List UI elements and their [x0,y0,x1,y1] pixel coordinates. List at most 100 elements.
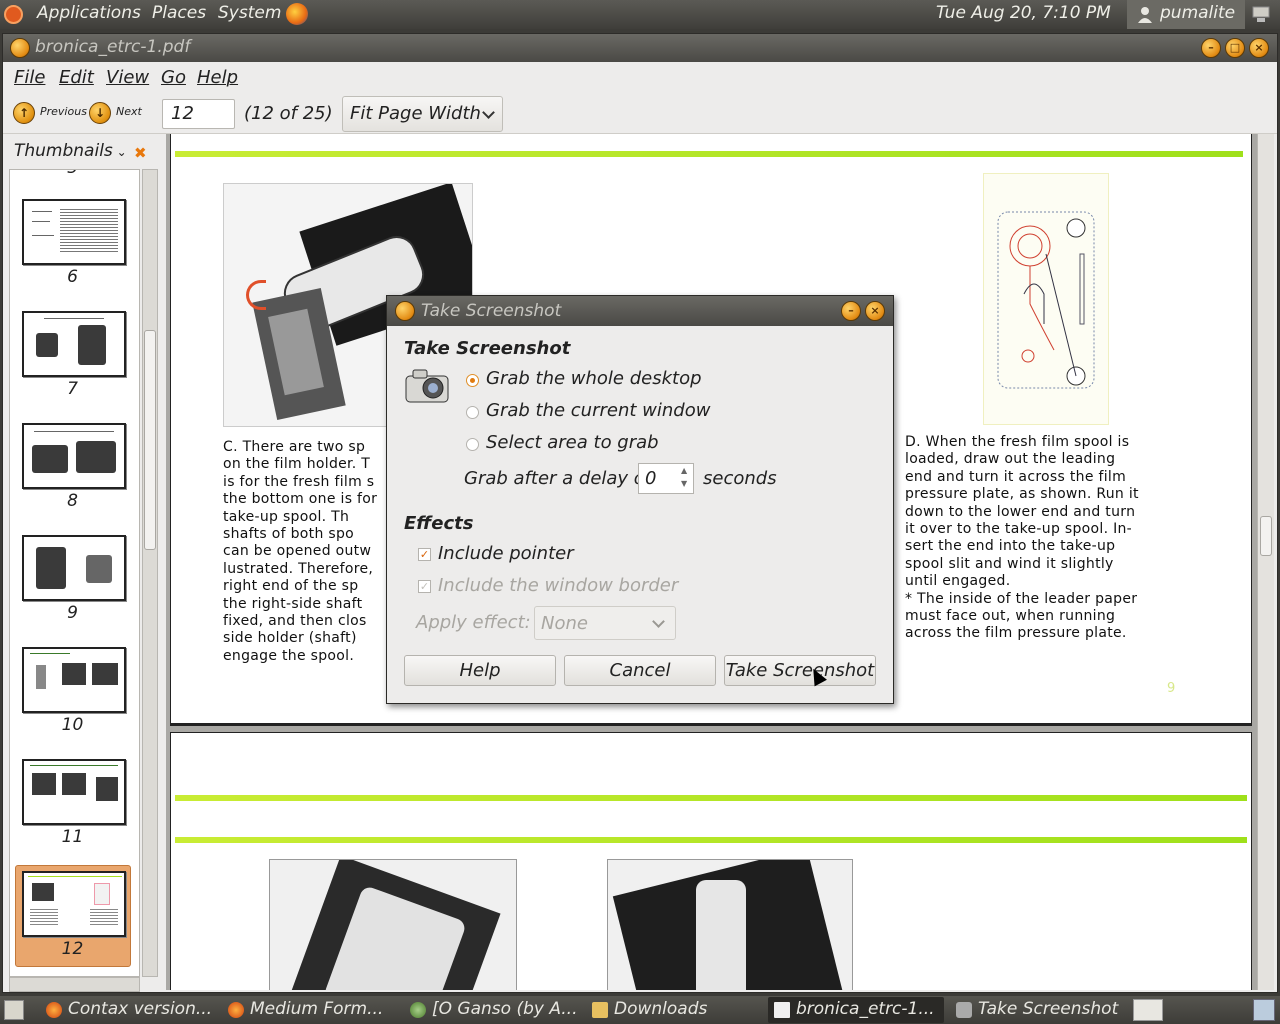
folder-icon [592,1002,608,1018]
thumbnail-page-7[interactable] [22,311,126,377]
section-heading: Take Screenshot [404,338,571,359]
sidebar-vertical-scrollbar[interactable] [142,169,158,977]
spin-up-icon[interactable]: ▲ [681,466,687,475]
chevron-down-icon [482,106,495,119]
take-screenshot-button[interactable]: Take Screenshot [724,655,876,686]
thumbnail-label: 5 [10,170,135,178]
zoom-value: Fit Page Width [350,103,481,124]
thumbnail-page-6[interactable] [22,199,126,265]
applications-menu[interactable]: Applications [37,3,141,23]
maximize-icon[interactable]: □ [1225,38,1245,58]
menu-edit[interactable]: Edit [59,67,94,88]
cancel-button[interactable]: Cancel [564,655,716,686]
close-icon[interactable]: × [1249,38,1269,58]
menu-go[interactable]: Go [161,67,186,88]
system-menu[interactable]: System [218,3,281,23]
thumbnail-label: 11 [61,827,84,847]
chevron-down-icon: ⌄ [112,145,127,159]
radio-whole-desktop[interactable] [466,374,479,387]
thumbnail-list[interactable]: 5 6 7 8 9 [9,169,140,977]
photo-film-wind [607,859,853,990]
close-icon[interactable]: × [865,301,885,321]
task-o-ganso[interactable]: [O Ganso (by A... [404,997,580,1023]
task-label: Downloads [614,999,708,1019]
next-button[interactable]: Next [116,105,142,118]
radio-current-window[interactable] [466,406,479,419]
task-label: Take Screenshot [978,999,1119,1019]
sidebar-horizontal-scrollbar[interactable] [9,977,140,992]
checkbox-include-pointer[interactable]: ✓ [418,548,431,561]
clock[interactable]: Tue Aug 20, 7:10 PM [936,3,1111,23]
thumbnail-page-8[interactable] [22,423,126,489]
user-icon [1138,7,1152,23]
firefox-icon [46,1002,62,1018]
user-name: pumalite [1160,3,1236,23]
task-downloads[interactable]: Downloads [586,997,762,1023]
places-menu[interactable]: Places [152,3,206,23]
window-menu-icon[interactable] [10,38,30,58]
delay-label: Grab after a delay of [464,468,652,489]
menu-help[interactable]: Help [197,67,238,88]
window-title: bronica_etrc-1.pdf [35,37,191,57]
minimize-icon[interactable]: – [841,301,861,321]
thumbnail-label: 12 [61,939,84,959]
toolbar: ↑ Previous ↓ Next 12 (12 of 25) Fit Page… [3,94,1277,134]
option-select-area[interactable]: Select area to grab [486,432,659,453]
trash-icon[interactable] [1253,999,1275,1021]
dialog-titlebar[interactable]: Take Screenshot – × [387,296,893,326]
ubuntu-logo-icon[interactable] [4,5,23,24]
include-pointer-label[interactable]: Include pointer [438,543,574,564]
task-bronica-pdf[interactable]: bronica_etrc-1... [768,997,944,1023]
thumbnail-page-10[interactable] [22,647,126,713]
radio-select-area[interactable] [466,438,479,451]
thumbnail-label: 7 [67,379,78,399]
next-arrow-icon[interactable]: ↓ [89,102,111,124]
show-desktop-icon[interactable] [4,1000,24,1020]
spin-down-icon[interactable]: ▼ [681,479,687,488]
menu-view[interactable]: View [106,67,149,88]
chevron-down-icon [652,615,665,628]
zoom-select[interactable]: Fit Page Width [342,96,503,132]
take-screenshot-dialog: Take Screenshot – × Take Screenshot Grab… [386,295,894,704]
green-rule [175,151,1243,157]
task-take-screenshot[interactable]: Take Screenshot [950,997,1126,1023]
pdf-page-13 [170,732,1252,990]
scrollbar-thumb[interactable] [1260,516,1272,556]
minimize-icon[interactable]: – [1201,38,1221,58]
help-button[interactable]: Help [404,655,556,686]
previous-button[interactable]: Previous [40,105,87,118]
task-label: bronica_etrc-1... [796,999,935,1019]
task-label: Medium Form... [250,999,384,1019]
task-contax[interactable]: Contax version... [40,997,216,1023]
camera-icon [956,1002,972,1018]
bottom-taskbar: Contax version... Medium Form... [O Gans… [0,996,1280,1024]
window-titlebar[interactable]: bronica_etrc-1.pdf – □ × [3,34,1277,62]
thumbnail-page-12[interactable] [22,871,126,937]
sidebar-title: Thumbnails [14,141,113,161]
network-icon[interactable] [1251,5,1271,24]
firefox-launcher-icon[interactable] [286,3,308,25]
window-menu-icon[interactable] [395,301,415,321]
delay-spinbutton[interactable]: 0 ▲ ▼ [638,463,694,494]
thumbnail-page-9[interactable] [22,535,126,601]
apply-effect-value: None [541,613,588,634]
document-vertical-scrollbar[interactable] [1257,134,1274,990]
thumbnail-page-11[interactable] [22,759,126,825]
previous-arrow-icon[interactable]: ↑ [13,102,35,124]
page-number-input[interactable]: 12 [162,99,235,129]
green-rule [175,837,1247,843]
page-text-right: D. When the fresh film spool is loaded, d… [905,434,1139,642]
task-medium-format[interactable]: Medium Form... [222,997,398,1023]
workspace-switcher[interactable] [1133,999,1163,1021]
menubar: File Edit View Go Help [3,62,1277,94]
scrollbar-thumb[interactable] [144,330,156,550]
sidebar-mode-selector[interactable]: Thumbnails ⌄ [14,141,127,161]
page-number: 9 [1167,681,1176,696]
option-whole-desktop[interactable]: Grab the whole desktop [486,368,702,389]
page-count: (12 of 25) [244,103,333,124]
sidebar-close-icon[interactable]: ✖ [134,144,147,162]
photo-film-insert [269,859,517,990]
option-current-window[interactable]: Grab the current window [486,400,710,421]
thumbnail-label: 8 [67,491,78,511]
menu-file[interactable]: File [14,67,45,88]
